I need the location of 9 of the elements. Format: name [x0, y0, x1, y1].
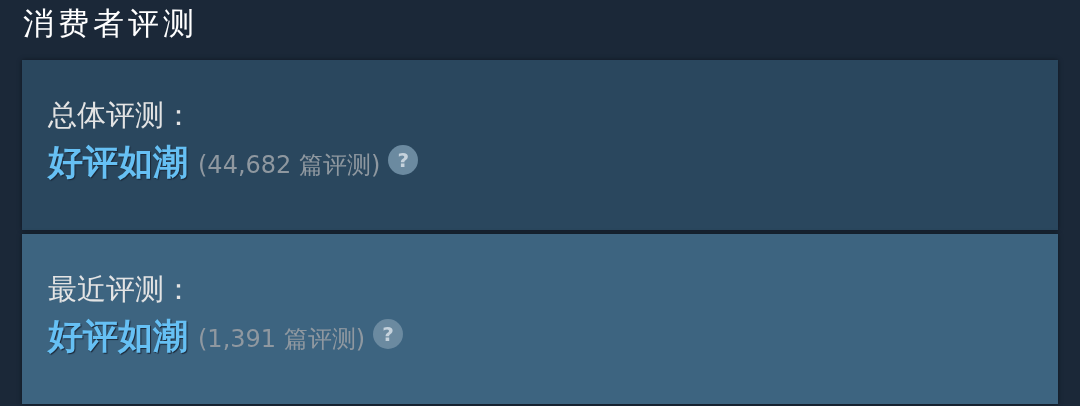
help-icon[interactable]: ?	[388, 145, 419, 175]
help-icon[interactable]: ?	[373, 319, 404, 349]
review-rating[interactable]: 好评如潮	[48, 138, 188, 186]
review-rating[interactable]: 好评如潮	[48, 312, 188, 360]
review-label: 最近评测：	[48, 271, 194, 308]
review-count: (1,391 篇评测)	[198, 324, 366, 355]
review-label: 总体评测：	[48, 97, 194, 134]
review-count: (44,682 篇评测)	[198, 150, 381, 181]
section-heading: 消费者评测	[22, 4, 199, 43]
